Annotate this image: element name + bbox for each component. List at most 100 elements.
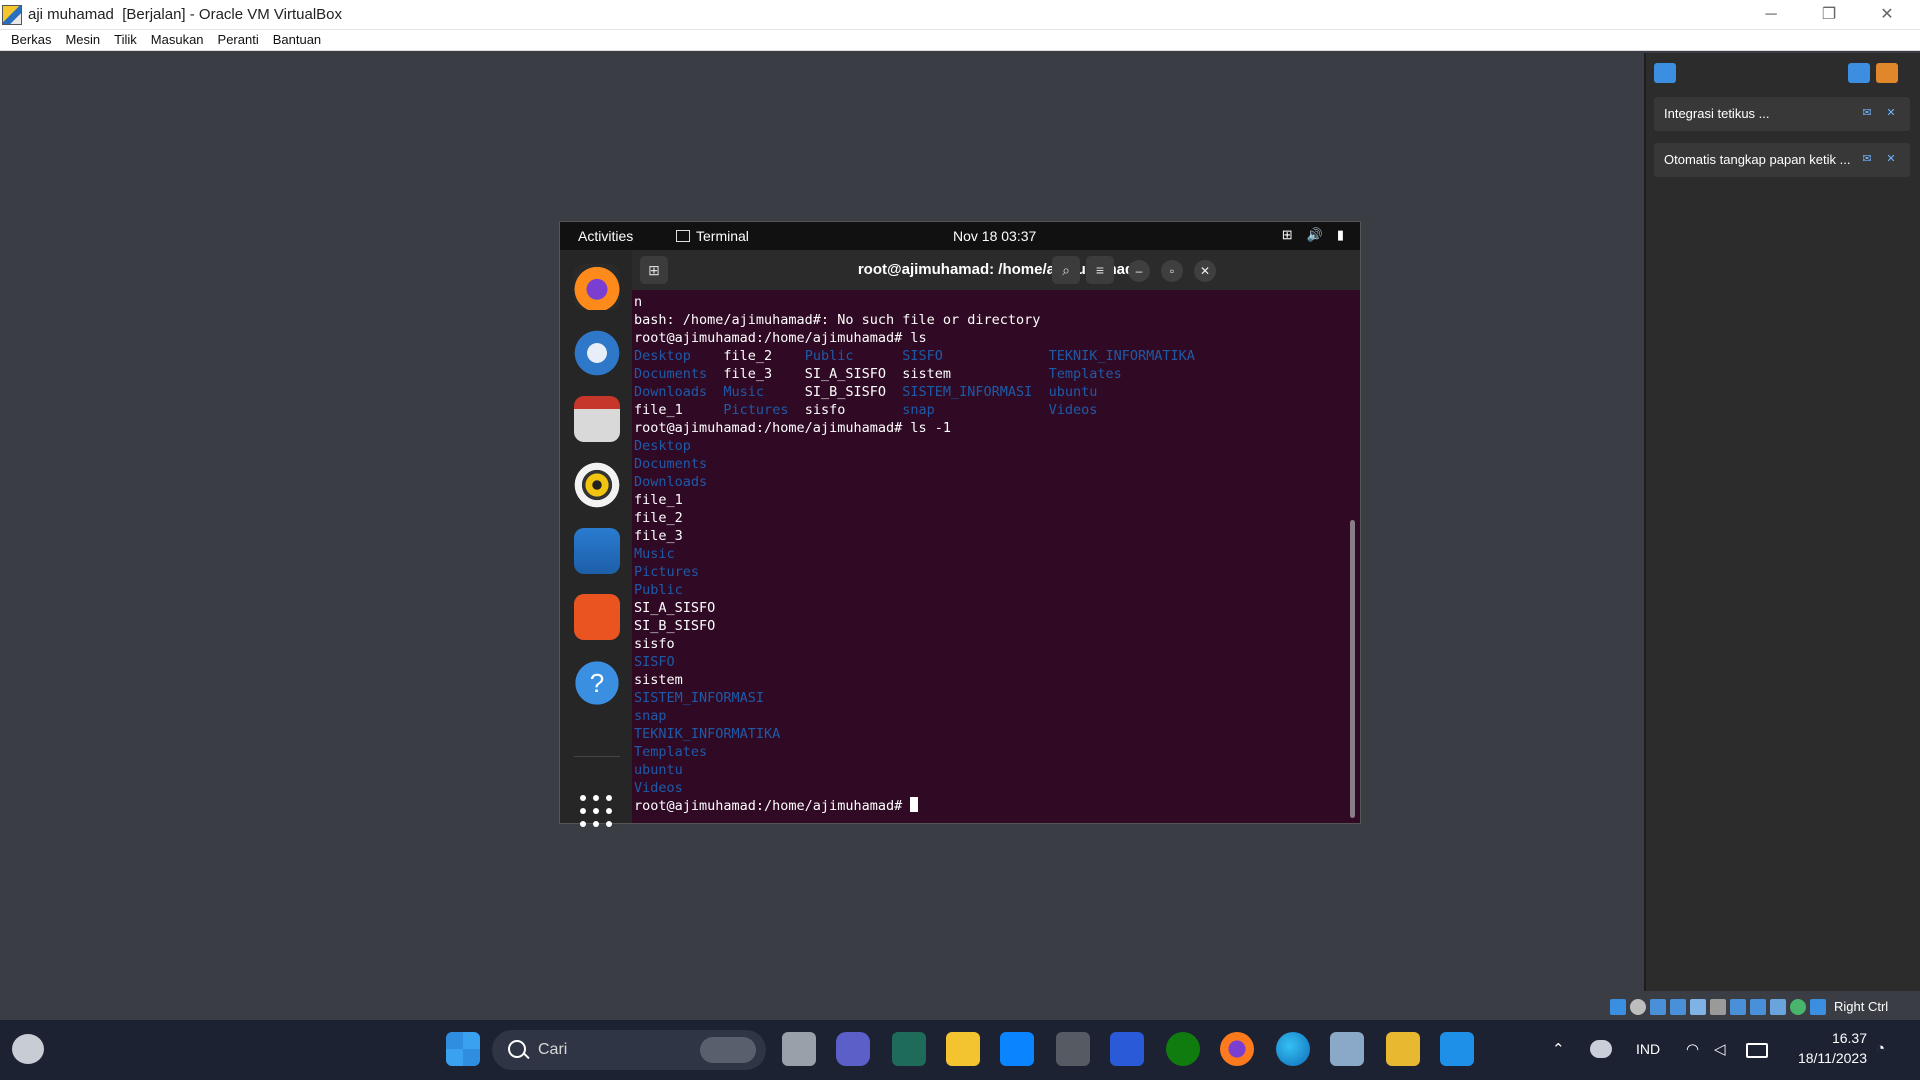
usb-icon[interactable] [1690, 999, 1706, 1015]
directory-entry: Templates [1048, 366, 1122, 382]
file-entry: sistem [902, 366, 952, 382]
edge-icon[interactable] [1276, 1032, 1310, 1066]
app-menu[interactable]: Terminal [676, 228, 749, 244]
virtualbox-manager-icon[interactable] [1330, 1032, 1364, 1066]
recording-icon[interactable] [1750, 999, 1766, 1015]
notification-center-icon[interactable] [1654, 63, 1676, 83]
gnome-top-bar: Activities Terminal Nov 18 03:37 ⊞ 🔊 ▮ [560, 222, 1360, 250]
xbox-icon[interactable] [1166, 1032, 1200, 1066]
system-menu[interactable]: ⊞ 🔊 ▮ [1282, 227, 1344, 243]
restore-button[interactable]: ❐ [1800, 0, 1858, 29]
search-icon [508, 1040, 526, 1058]
directory-entry: Templates [634, 744, 708, 760]
notification-text: Otomatis tangkap papan ketik ... [1664, 152, 1851, 167]
scrollbar[interactable] [1350, 520, 1355, 818]
clock[interactable]: Nov 18 03:37 [953, 228, 1036, 244]
thunderbird-icon[interactable] [574, 330, 620, 376]
terminal-line: n [634, 294, 643, 310]
shared-folders-icon[interactable] [1710, 999, 1726, 1015]
file-entry: SI_B_SISFO [804, 384, 886, 400]
start-button[interactable] [446, 1032, 480, 1066]
search-highlight-image [700, 1037, 756, 1063]
file-explorer-icon[interactable] [946, 1032, 980, 1066]
onedrive-icon[interactable] [1590, 1040, 1612, 1058]
directory-entry: Downloads [634, 384, 708, 400]
search-button[interactable]: ⌕ [1052, 256, 1080, 284]
guest-screen[interactable]: Activities Terminal Nov 18 03:37 ⊞ 🔊 ▮ ?… [560, 222, 1360, 827]
directory-entry: Videos [1048, 402, 1098, 418]
activities-button[interactable]: Activities [578, 228, 633, 244]
keyboard-capture-icon[interactable] [1810, 999, 1826, 1015]
firefox-icon[interactable] [574, 264, 620, 310]
maximize-button[interactable]: ▫ [1161, 260, 1183, 282]
task-view-icon[interactable] [782, 1032, 816, 1066]
directory-entry: Documents [634, 456, 708, 472]
taskbar-clock[interactable]: 16.37 18/11/2023 [1785, 1028, 1867, 1068]
terminal-prompt: root@ajimuhamad:/home/ajimuhamad# [634, 798, 911, 814]
volume-icon[interactable]: ◁ [1714, 1040, 1726, 1058]
chevron-up-icon[interactable]: ⌃ [1552, 1040, 1565, 1058]
dont-show-again-icon[interactable]: ✉ [1860, 152, 1874, 166]
notification-mouse-integration[interactable]: Integrasi tetikus ... ✉ ✕ [1654, 97, 1910, 131]
show-apps-icon[interactable] [580, 795, 612, 827]
optical-drive-icon[interactable] [1630, 999, 1646, 1015]
app-icon[interactable] [1056, 1032, 1090, 1066]
language-indicator[interactable]: IND [1636, 1041, 1660, 1057]
mouse-integration-icon[interactable] [1790, 999, 1806, 1015]
libreoffice-writer-icon[interactable] [574, 528, 620, 574]
file-entry: SI_B_SISFO [634, 618, 716, 634]
directory-entry: Desktop [634, 438, 691, 454]
hamburger-menu-button[interactable]: ≡ [1086, 256, 1114, 284]
files-icon[interactable] [574, 396, 620, 442]
close-icon[interactable]: ✕ [1884, 106, 1898, 120]
notification-center: Integrasi tetikus ... ✉ ✕ Otomatis tangk… [1644, 53, 1920, 991]
display-icon[interactable] [1730, 999, 1746, 1015]
menu-tilik[interactable]: Tilik [107, 32, 144, 47]
dismiss-all-icon[interactable] [1876, 63, 1898, 83]
menu-mesin[interactable]: Mesin [58, 32, 107, 47]
weather-icon[interactable] [12, 1034, 44, 1064]
directory-entry: snap [902, 402, 935, 418]
microsoft-store-icon[interactable] [1000, 1032, 1034, 1066]
battery-icon[interactable] [1746, 1043, 1768, 1058]
rhythmbox-icon[interactable] [574, 462, 620, 508]
terminal-output[interactable]: n bash: /home/ajimuhamad#: No such file … [632, 290, 1360, 823]
audio-icon[interactable] [1650, 999, 1666, 1015]
file-entry: SI_A_SISFO [804, 366, 886, 382]
wifi-icon[interactable]: ◠ [1686, 1040, 1699, 1058]
notification-keyboard-capture[interactable]: Otomatis tangkap papan ketik ... ✉ ✕ [1654, 143, 1910, 177]
app-center-icon[interactable] [574, 594, 620, 640]
notification-bell-icon[interactable]: ◔ [1876, 1040, 1885, 1057]
close-icon[interactable]: ✕ [1884, 152, 1898, 166]
file-entry: file_2 [723, 348, 773, 364]
close-button[interactable]: ✕ [1858, 0, 1916, 29]
menu-berkas[interactable]: Berkas [4, 32, 58, 47]
cpu-icon[interactable] [1770, 999, 1786, 1015]
directory-entry: ubuntu [1048, 384, 1098, 400]
close-button[interactable]: ✕ [1194, 260, 1216, 282]
help-icon[interactable]: ? [574, 660, 620, 706]
menu-peranti[interactable]: Peranti [211, 32, 266, 47]
terminal-app-icon[interactable] [892, 1032, 926, 1066]
directory-entry: Desktop [634, 348, 691, 364]
snipping-tool-icon[interactable] [1440, 1032, 1474, 1066]
terminal-line: bash: /home/ajimuhamad#: No such file or… [634, 312, 1041, 328]
network-adapter-icon[interactable] [1670, 999, 1686, 1015]
terminal-text: n bash: /home/ajimuhamad#: No such file … [634, 293, 1195, 815]
file-entry: file_3 [723, 366, 773, 382]
virtualbox-vm-icon[interactable] [1386, 1032, 1420, 1066]
search-placeholder: Cari [538, 1041, 568, 1058]
dock-separator [574, 756, 620, 757]
menu-bantuan[interactable]: Bantuan [266, 32, 328, 47]
menu-masukan[interactable]: Masukan [144, 32, 211, 47]
search-box[interactable]: Cari [492, 1030, 766, 1070]
directory-entry: ubuntu [634, 762, 683, 778]
firefox-icon[interactable] [1220, 1032, 1254, 1066]
hard-disk-icon[interactable] [1610, 999, 1626, 1015]
teams-icon[interactable] [836, 1032, 870, 1066]
minimize-button[interactable]: – [1128, 260, 1150, 282]
editor-icon[interactable] [1110, 1032, 1144, 1066]
minimize-button[interactable]: ─ [1742, 0, 1800, 29]
sort-icon[interactable] [1848, 63, 1870, 83]
dont-show-again-icon[interactable]: ✉ [1860, 106, 1874, 120]
